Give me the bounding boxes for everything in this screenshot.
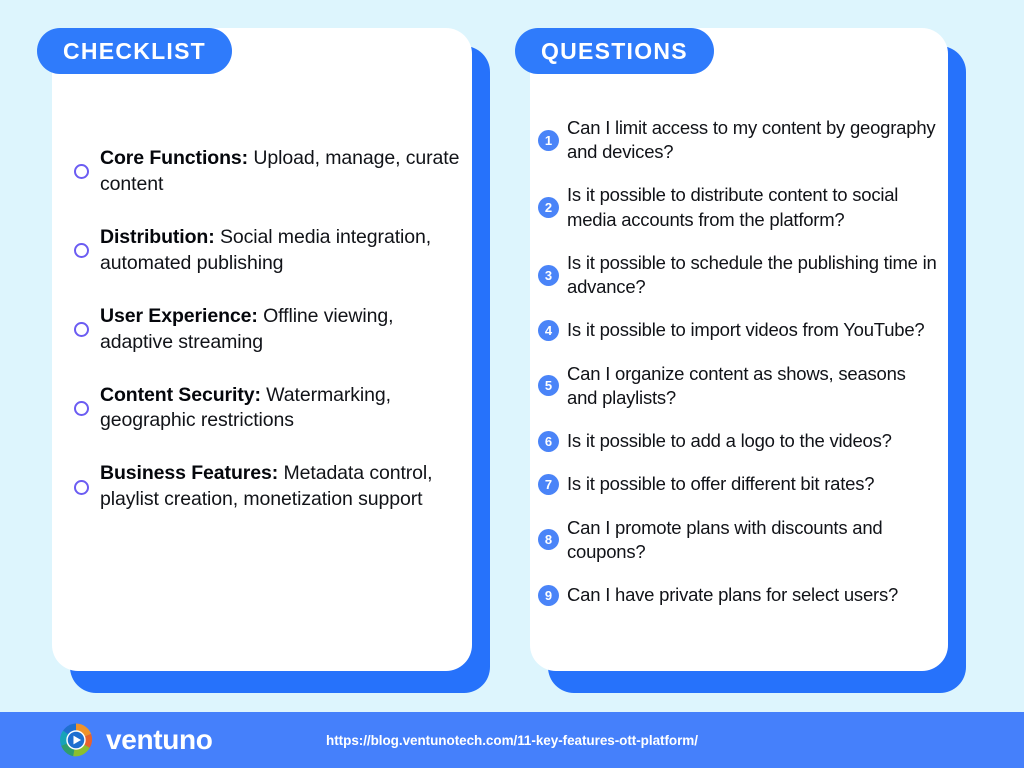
checklist-item-text: Distribution: Social media integration, …: [100, 225, 466, 277]
questions-items: 1 Can I limit access to my content by ge…: [530, 96, 948, 671]
question-text: Is it possible to schedule the publishin…: [567, 251, 937, 298]
questions-header-pill: QUESTIONS: [515, 28, 714, 74]
question-number-badge: 3: [538, 264, 559, 286]
question-item[interactable]: 2 Is it possible to distribute content t…: [538, 183, 938, 231]
question-number-badge: 4: [538, 320, 559, 342]
question-text: Can I promote plans with discounts and c…: [567, 516, 883, 562]
ventuno-play-circle-icon: [60, 723, 93, 757]
brand-name: ventuno: [106, 724, 213, 755]
question-number-badge: 1: [538, 129, 559, 151]
question-text: Can I organize content as shows, seasons…: [567, 362, 906, 408]
checklist-item-term: Core Functions:: [100, 147, 249, 169]
question-item[interactable]: 8 Can I promote plans with discounts and…: [538, 516, 938, 564]
question-text: Is it possible to distribute content to …: [567, 184, 899, 230]
checklist-item-term: Distribution:: [100, 225, 215, 248]
question-text: Can I limit access to my content by geog…: [567, 117, 936, 163]
checkbox-circle-icon[interactable]: [74, 164, 89, 180]
checkbox-circle-icon[interactable]: [74, 400, 89, 416]
question-text: Is it possible to offer different bit ra…: [567, 473, 875, 495]
checkbox-circle-icon[interactable]: [74, 479, 89, 495]
checklist-item-term: Content Security:: [100, 383, 261, 406]
questions-header-label: QUESTIONS: [541, 37, 688, 64]
checklist-item-text: User Experience: Offline viewing, adapti…: [100, 304, 466, 356]
checklist-items: Core Functions: Upload, manage, curate c…: [52, 96, 472, 671]
question-number-badge: 7: [538, 473, 559, 495]
checklist-item-text: Content Security: Watermarking, geograph…: [100, 383, 466, 435]
question-item[interactable]: 1 Can I limit access to my content by ge…: [538, 116, 938, 164]
checklist-item[interactable]: User Experience: Offline viewing, adapti…: [74, 304, 472, 356]
checkbox-circle-icon[interactable]: [74, 322, 89, 338]
checklist-item[interactable]: Business Features: Metadata control, pla…: [74, 461, 472, 513]
checklist-item[interactable]: Content Security: Watermarking, geograph…: [74, 383, 472, 435]
checklist-item-term: User Experience:: [100, 304, 258, 327]
question-item[interactable]: 6 Is it possible to add a logo to the vi…: [538, 429, 938, 453]
question-text: Is it possible to import videos from You…: [567, 319, 925, 341]
questions-card: QUESTIONS 1 Can I limit access to my con…: [515, 28, 966, 693]
checklist-item[interactable]: Distribution: Social media integration, …: [74, 225, 472, 277]
question-number-badge: 6: [538, 430, 559, 452]
question-item[interactable]: 7 Is it possible to offer different bit …: [538, 472, 938, 496]
question-item[interactable]: 3 Is it possible to schedule the publish…: [538, 251, 938, 299]
slide-canvas: CHECKLIST Core Functions: Upload, manage…: [0, 0, 1024, 768]
question-text: Can I have private plans for select user…: [567, 584, 899, 606]
checklist-item-text: Business Features: Metadata control, pla…: [100, 461, 466, 513]
checklist-card: CHECKLIST Core Functions: Upload, manage…: [37, 28, 490, 693]
question-number-badge: 5: [538, 375, 559, 397]
question-item[interactable]: 5 Can I organize content as shows, seaso…: [538, 362, 938, 410]
checkbox-circle-icon[interactable]: [74, 243, 89, 259]
checklist-header-label: CHECKLIST: [63, 37, 206, 64]
question-number-badge: 2: [538, 197, 559, 219]
checklist-item-text: Core Functions: Upload, manage, curate c…: [100, 146, 466, 198]
checklist-item[interactable]: Core Functions: Upload, manage, curate c…: [74, 146, 472, 198]
question-number-badge: 8: [538, 529, 559, 551]
question-text: Is it possible to add a logo to the vide…: [567, 430, 892, 452]
question-item[interactable]: 9 Can I have private plans for select us…: [538, 583, 938, 607]
question-number-badge: 9: [538, 584, 559, 606]
question-item[interactable]: 4 Is it possible to import videos from Y…: [538, 318, 938, 342]
brand-logo[interactable]: ventuno: [58, 722, 213, 758]
checklist-header-pill: CHECKLIST: [37, 28, 232, 74]
checklist-item-term: Business Features:: [100, 462, 279, 485]
footer-bar: https://blog.ventunotech.com/11-key-feat…: [0, 712, 1024, 768]
